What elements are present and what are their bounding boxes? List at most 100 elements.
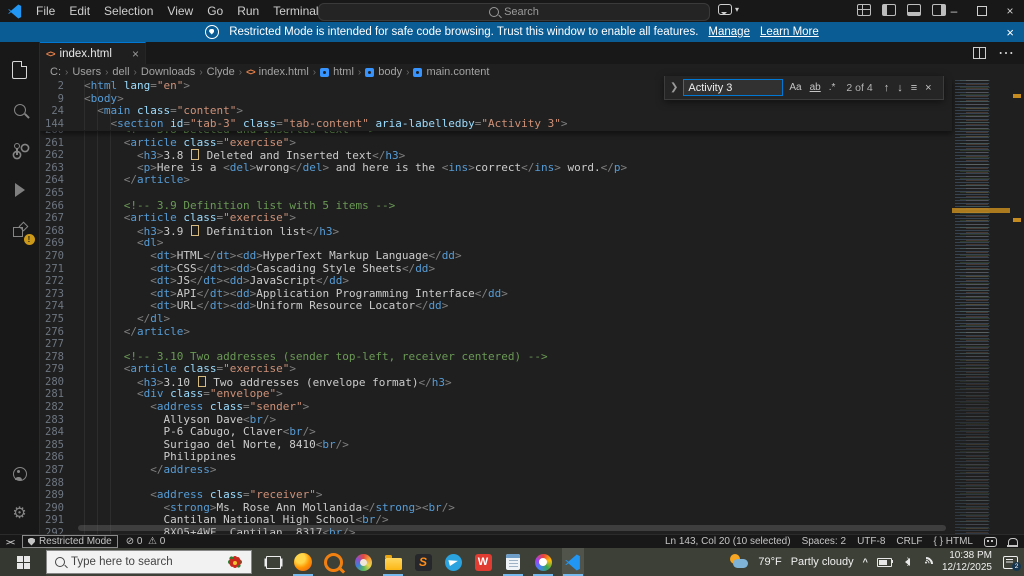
task-view-button[interactable] [262, 548, 284, 576]
tab-index-html[interactable]: <> index.html × [40, 42, 146, 64]
taskbar-app-vscode[interactable] [562, 548, 584, 576]
breadcrumb-file[interactable]: index.html [259, 66, 309, 78]
menu-view[interactable]: View [160, 4, 200, 18]
weather-icon[interactable] [729, 554, 749, 570]
chevron-down-icon: ▾ [735, 5, 740, 14]
taskbar-app-telegram[interactable] [442, 548, 464, 576]
minimize-button[interactable]: – [940, 0, 968, 22]
weather-desc[interactable]: Partly cloudy [791, 556, 854, 568]
maximize-button[interactable] [968, 0, 996, 22]
taskbar-app-wps[interactable]: W [472, 548, 494, 576]
problems-status[interactable]: ⊘ 0 ⚠ 0 [126, 536, 166, 547]
settings-button[interactable]: ⚙ [0, 494, 40, 534]
code-editor[interactable]: 2 <html lang="en"> 9 <body> 24 <main class="… [40, 80, 1024, 534]
next-match-icon[interactable]: ↓ [895, 82, 905, 94]
menu-edit[interactable]: Edit [62, 4, 97, 18]
breadcrumb-downloads[interactable]: Downloads [141, 66, 195, 78]
tab-close-icon[interactable]: × [132, 47, 139, 61]
copilot-status-icon[interactable] [984, 536, 997, 547]
menu-go[interactable]: Go [200, 4, 230, 18]
customize-layout-icon[interactable] [857, 4, 871, 16]
tray-expand-icon[interactable]: ^ [863, 557, 868, 567]
code-area[interactable]: 260 <!-- 3.8 Deleted and Inserted text -… [40, 131, 952, 534]
breadcrumb-users[interactable]: Users [72, 66, 101, 78]
editor-actions: ⋯ [973, 42, 1024, 64]
clock[interactable]: 10:38 PM 12/12/2025 [942, 550, 992, 574]
taskbar-search-box[interactable]: Type here to search [46, 550, 252, 574]
encoding-status[interactable]: UTF-8 [857, 536, 885, 547]
split-editor-icon[interactable] [973, 47, 986, 59]
taskbar-app-firefox[interactable] [292, 548, 314, 576]
start-button[interactable] [0, 548, 46, 576]
eol-status[interactable]: CRLF [896, 536, 922, 547]
toggle-sidebar-icon[interactable] [882, 4, 896, 16]
menu-terminal[interactable]: Terminal [266, 4, 325, 18]
action-center-icon[interactable]: 2 [1003, 555, 1021, 571]
toggle-panel-icon[interactable] [907, 4, 921, 16]
breadcrumb-drive[interactable]: C: [50, 66, 61, 78]
close-button[interactable]: × [996, 0, 1024, 22]
breadcrumb-symbol-html[interactable]: html [333, 66, 354, 78]
sidebar-item-source-control[interactable] [0, 130, 40, 170]
taskbar-app-notepad[interactable] [502, 548, 524, 576]
account-icon [12, 467, 27, 481]
find-results-count: 2 of 4 [846, 81, 873, 94]
code-line[interactable]: 276 </article> [40, 325, 952, 339]
sidebar-item-search[interactable] [0, 90, 40, 130]
code-line[interactable]: 279 <article class="exercise"> [40, 362, 952, 376]
menu-selection[interactable]: Selection [97, 4, 160, 18]
find-in-selection-icon[interactable]: ≡ [909, 82, 919, 94]
layout-controls [857, 4, 946, 16]
volume-icon[interactable] [901, 556, 910, 566]
copilot-chat-button[interactable]: ▾ [718, 4, 739, 15]
taskbar-app-file-explorer[interactable] [382, 548, 404, 576]
command-center-search[interactable]: Search [318, 3, 710, 21]
sidebar-item-run-debug[interactable] [0, 170, 40, 210]
accounts-button[interactable] [0, 454, 40, 494]
remote-window-icon[interactable]: >< [6, 537, 15, 547]
language-mode-status[interactable]: { } HTML [934, 536, 973, 547]
previous-match-icon[interactable]: ↑ [882, 82, 892, 94]
minimap[interactable] [952, 80, 1010, 534]
banner-close-icon[interactable]: × [1006, 25, 1014, 40]
windows-logo-icon [16, 555, 30, 569]
restricted-mode-status[interactable]: Restricted Mode [21, 535, 118, 548]
taskbar-app-search-tool[interactable] [322, 548, 344, 576]
code-line[interactable]: 287 </address> [40, 463, 952, 477]
taskbar-app-sharex[interactable]: S [412, 548, 434, 576]
breadcrumb-symbol-body[interactable]: body [378, 66, 402, 78]
menu-run[interactable]: Run [230, 4, 266, 18]
sidebar-item-extensions[interactable]: ! [0, 210, 40, 250]
breadcrumb-dell[interactable]: dell [112, 66, 129, 78]
match-case-button[interactable]: Aa [787, 82, 803, 93]
whole-word-button[interactable]: ab [808, 82, 823, 93]
wifi-icon[interactable] [916, 554, 936, 574]
manage-link[interactable]: Manage [708, 26, 750, 38]
code-line[interactable]: 264 </article> [40, 174, 952, 187]
toggle-replace-icon[interactable]: ❯ [669, 82, 679, 93]
sidebar-item-explorer[interactable] [0, 50, 40, 90]
find-input[interactable] [683, 79, 784, 96]
cursor-position-status[interactable]: Ln 143, Col 20 (10 selected) [665, 536, 791, 547]
code-line[interactable]: 261 <article class="exercise"> [40, 136, 952, 150]
vscode-logo-icon [8, 3, 22, 19]
code-line[interactable]: 144 <section id="tab-3" class="tab-conte… [40, 117, 952, 131]
battery-icon[interactable] [876, 557, 894, 567]
code-line[interactable]: 267 <article class="exercise"> [40, 211, 952, 225]
code-line[interactable]: 268 <h3>3.9 Definition list</h3> [40, 224, 952, 238]
close-find-icon[interactable]: × [923, 82, 933, 94]
taskbar-app-paint[interactable] [352, 548, 374, 576]
taskbar-app-photos[interactable] [532, 548, 554, 576]
indentation-status[interactable]: Spaces: 2 [802, 536, 846, 547]
regex-button[interactable]: .* [827, 82, 838, 93]
notifications-bell-icon[interactable] [1006, 537, 1018, 547]
breadcrumb-clyde[interactable]: Clyde [207, 66, 235, 78]
breadcrumb-symbol-main[interactable]: main.content [426, 66, 489, 78]
code-line[interactable]: 274 <dt>URL</dt><dd>Uniform Resource Loc… [40, 300, 952, 313]
more-actions-icon[interactable]: ⋯ [998, 43, 1014, 63]
overview-ruler[interactable] [1010, 80, 1024, 534]
menu-file[interactable]: File [29, 4, 62, 18]
weather-temp[interactable]: 79°F [758, 556, 781, 568]
learn-more-link[interactable]: Learn More [760, 26, 819, 38]
horizontal-scrollbar[interactable] [78, 525, 946, 531]
